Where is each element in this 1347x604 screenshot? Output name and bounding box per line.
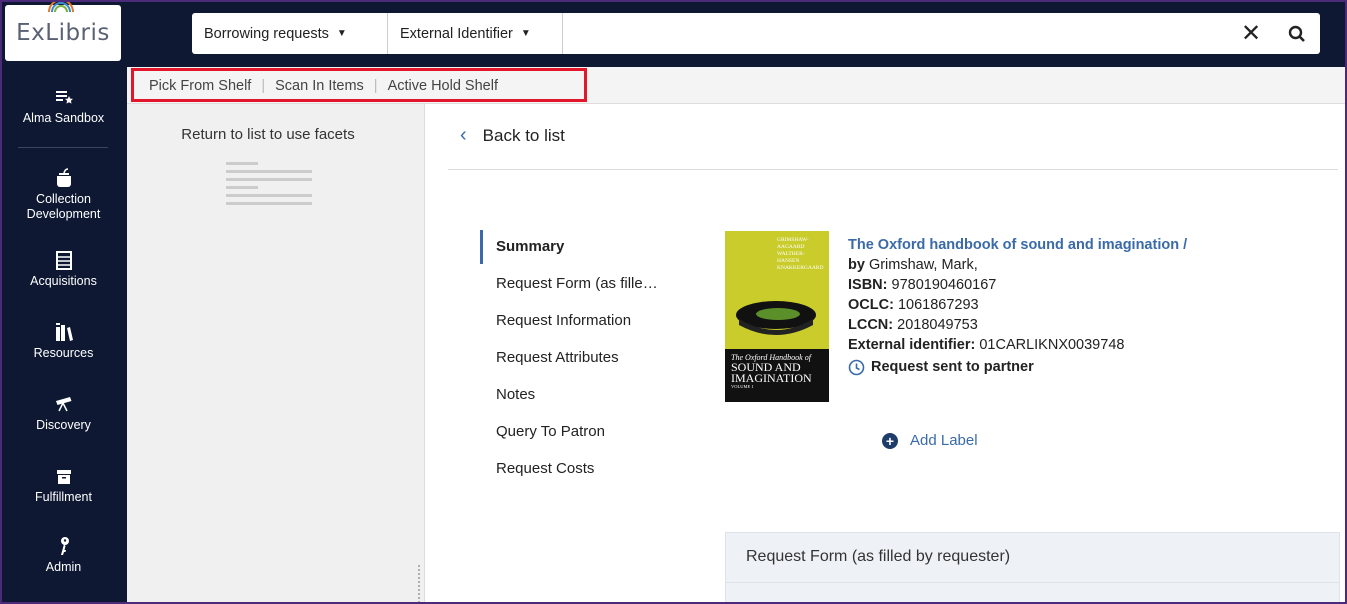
request-form-section: Request Form (as filled by requester) (725, 532, 1340, 604)
cover-art (736, 301, 816, 335)
facets-message: Return to list to use facets (181, 126, 355, 143)
cover-title: The Oxford Handbook of SOUND AND IMAGINA… (725, 349, 829, 402)
nav-label: Admin (45, 560, 82, 574)
nav-discovery[interactable]: Discovery (0, 393, 127, 433)
nav-alma-sandbox[interactable]: Alma Sandbox (0, 86, 127, 126)
clock-icon (848, 359, 865, 375)
abacus-icon (55, 251, 72, 270)
telescope-icon (55, 397, 71, 412)
search-scope-dropdown[interactable]: Borrowing requests ▼ (192, 13, 388, 54)
plus-circle-icon: + (882, 432, 898, 449)
exlibris-logo[interactable]: ExLibris (5, 0, 121, 61)
nav-collection-development[interactable]: Collection Development (0, 167, 127, 222)
list-star-icon (55, 91, 73, 104)
toc-query-to-patron[interactable]: Query To Patron (496, 423, 605, 440)
toc-request-costs[interactable]: Request Costs (496, 460, 594, 477)
search-bar: Borrowing requests ▼ External Identifier… (192, 13, 1320, 54)
resize-handle[interactable] (417, 564, 421, 604)
record-isbn: ISBN: 9780190460167 (848, 277, 997, 293)
status-badge: Request sent to partner (848, 357, 1187, 377)
add-label-text: Add Label (910, 432, 978, 449)
search-field-dropdown[interactable]: External Identifier ▼ (388, 13, 563, 54)
nav-label: Resources (33, 346, 94, 360)
record-lccn: LCCN: 2018049753 (848, 317, 978, 333)
close-icon[interactable]: ✕ (1228, 19, 1274, 48)
apple-icon (56, 168, 71, 187)
toc-request-attributes[interactable]: Request Attributes (496, 349, 619, 366)
logo-arc-icon (48, 0, 74, 13)
top-bar: Borrowing requests ▼ External Identifier… (127, 0, 1347, 67)
toc-request-form[interactable]: Request Form (as fille… (496, 275, 658, 292)
books-icon (55, 323, 73, 341)
nav-label: Acquisitions (30, 274, 97, 288)
record-pane: ‹ Back to list Summary Request Form (as … (426, 104, 1347, 604)
search-field-label: External Identifier (400, 25, 513, 42)
caret-down-icon: ▼ (520, 28, 531, 39)
back-to-list-link[interactable]: ‹ Back to list (460, 124, 565, 147)
record-external-id: External identifier: 01CARLIKNX0039748 (848, 337, 1125, 353)
highlight-box (131, 68, 587, 102)
search-input[interactable] (563, 13, 1228, 54)
back-label: Back to list (482, 125, 565, 145)
nav-label: Discovery (36, 418, 91, 432)
nav-resources[interactable]: Resources (0, 321, 127, 361)
cover-authors: GRIMSHAW- AAGAARD WALTHER- HANSEN KNAKKERGAA… (777, 237, 824, 271)
nav-divider (18, 147, 108, 148)
nav-admin[interactable]: Admin (0, 535, 127, 575)
nav-label: Fulfillment (35, 490, 92, 504)
record-summary: The Oxford handbook of sound and imagina… (848, 235, 1187, 377)
caret-down-icon: ▼ (336, 28, 347, 39)
nav-acquisitions[interactable]: Acquisitions (0, 249, 127, 289)
left-navigation: ExLibris Alma Sandbox Collection Develop… (0, 0, 127, 604)
archive-icon (56, 470, 71, 484)
status-text: Request sent to partner (871, 359, 1034, 375)
facets-pane: Return to list to use facets (127, 104, 425, 604)
search-scope-label: Borrowing requests (204, 25, 329, 42)
chevron-left-icon: ‹ (460, 124, 467, 146)
logo-text: ExLibris (16, 20, 110, 46)
toc-notes[interactable]: Notes (496, 386, 535, 403)
active-indicator (480, 230, 483, 264)
toc-request-information[interactable]: Request Information (496, 312, 631, 329)
key-icon (60, 537, 69, 555)
nav-label: Collection Development (26, 192, 101, 221)
toc-summary[interactable]: Summary (496, 238, 564, 255)
record-author: by Grimshaw, Mark, (848, 257, 978, 273)
section-title: Request Form (as filled by requester) (726, 533, 1339, 583)
add-label-button[interactable]: + Add Label (882, 432, 978, 449)
nav-fulfillment[interactable]: Fulfillment (0, 465, 127, 505)
record-oclc: OCLC: 1061867293 (848, 297, 979, 313)
record-title-link[interactable]: The Oxford handbook of sound and imagina… (848, 235, 1187, 255)
nav-label: Alma Sandbox (22, 111, 105, 125)
facets-placeholder-icon (226, 162, 312, 210)
book-cover: GRIMSHAW- AAGAARD WALTHER- HANSEN KNAKKERGAA… (725, 231, 829, 402)
divider (448, 169, 1338, 170)
search-icon[interactable] (1274, 25, 1320, 43)
